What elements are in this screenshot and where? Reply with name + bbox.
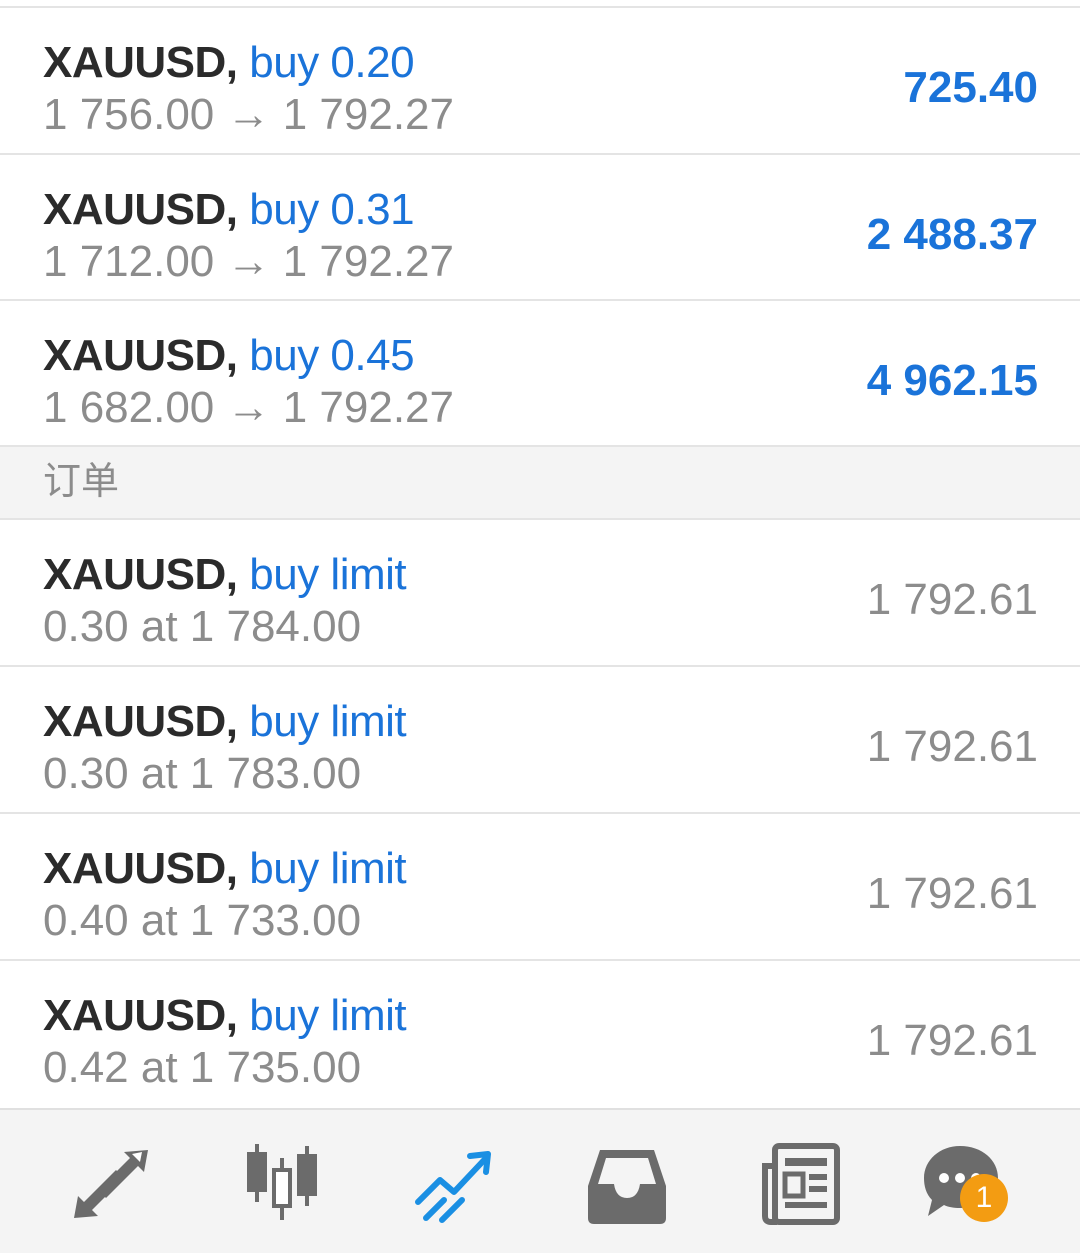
- order-row[interactable]: XAUUSD, buy limit 0.40 at 1 733.00 1 792…: [0, 814, 1080, 959]
- position-row[interactable]: XAUUSD, buy 0.20 1 756.00 → 1 792.27 725…: [0, 8, 1080, 153]
- position-title: XAUUSD, buy 0.45: [43, 329, 415, 383]
- position-profit: 2 488.37: [866, 210, 1038, 259]
- tab-trade[interactable]: [410, 1140, 500, 1230]
- position-prices: 1 712.00 → 1 792.27: [43, 237, 454, 286]
- chat-unread-badge: 1: [960, 1174, 1008, 1222]
- order-title: XAUUSD, buy limit: [43, 989, 407, 1043]
- position-symbol: XAUUSD,: [43, 185, 238, 234]
- order-details: 0.40 at 1 733.00: [43, 896, 362, 945]
- trade-screen: XAUUSD, buy 0.20 1 756.00 → 1 792.27 725…: [0, 0, 1080, 1253]
- position-type: buy 0.45: [249, 331, 415, 380]
- news-icon: [762, 1143, 840, 1225]
- orders-section-title: 订单: [43, 461, 120, 503]
- order-symbol: XAUUSD,: [43, 844, 238, 893]
- order-current-price: 1 792.61: [866, 575, 1038, 624]
- order-row[interactable]: XAUUSD, buy limit 0.30 at 1 784.00 1 792…: [0, 520, 1080, 665]
- order-type: buy limit: [249, 991, 407, 1040]
- quotes-arrows-icon: [74, 1150, 148, 1218]
- position-title: XAUUSD, buy 0.31: [43, 183, 415, 237]
- position-symbol: XAUUSD,: [43, 38, 238, 87]
- order-current-price: 1 792.61: [866, 1016, 1038, 1065]
- tab-news[interactable]: [755, 1140, 845, 1230]
- candlestick-chart-icon: [247, 1144, 317, 1220]
- position-type: buy 0.31: [249, 185, 415, 234]
- tab-chat[interactable]: 1: [920, 1140, 1010, 1230]
- order-details: 0.30 at 1 784.00: [43, 602, 362, 651]
- order-current-price: 1 792.61: [866, 869, 1038, 918]
- order-type: buy limit: [249, 844, 407, 893]
- order-type: buy limit: [249, 697, 407, 746]
- position-row[interactable]: XAUUSD, buy 0.31 1 712.00 → 1 792.27 2 4…: [0, 155, 1080, 300]
- position-profit: 725.40: [903, 63, 1038, 112]
- order-current-price: 1 792.61: [866, 722, 1038, 771]
- history-inbox-icon: [588, 1150, 666, 1224]
- order-title: XAUUSD, buy limit: [43, 548, 407, 602]
- order-details: 0.30 at 1 783.00: [43, 749, 362, 798]
- order-symbol: XAUUSD,: [43, 550, 238, 599]
- bottom-tab-bar: 1: [0, 1108, 1080, 1253]
- orders-section-header: 订单: [0, 447, 1080, 519]
- position-title: XAUUSD, buy 0.20: [43, 36, 415, 90]
- order-row[interactable]: XAUUSD, buy limit 0.30 at 1 783.00 1 792…: [0, 667, 1080, 812]
- tab-chart[interactable]: [237, 1140, 327, 1230]
- position-prices: 1 756.00 → 1 792.27: [43, 90, 454, 139]
- order-symbol: XAUUSD,: [43, 991, 238, 1040]
- order-type: buy limit: [249, 550, 407, 599]
- position-prices: 1 682.00 → 1 792.27: [43, 383, 454, 432]
- tab-quotes[interactable]: [66, 1140, 156, 1230]
- order-title: XAUUSD, buy limit: [43, 842, 407, 896]
- tab-history[interactable]: [582, 1140, 672, 1230]
- position-profit: 4 962.15: [866, 356, 1038, 405]
- position-row[interactable]: XAUUSD, buy 0.45 1 682.00 → 1 792.27 4 9…: [0, 301, 1080, 446]
- order-row[interactable]: XAUUSD, buy limit 0.42 at 1 735.00 1 792…: [0, 961, 1080, 1106]
- trade-trend-icon: [415, 1151, 491, 1223]
- order-title: XAUUSD, buy limit: [43, 695, 407, 749]
- position-symbol: XAUUSD,: [43, 331, 238, 380]
- order-details: 0.42 at 1 735.00: [43, 1043, 362, 1092]
- position-type: buy 0.20: [249, 38, 415, 87]
- order-symbol: XAUUSD,: [43, 697, 238, 746]
